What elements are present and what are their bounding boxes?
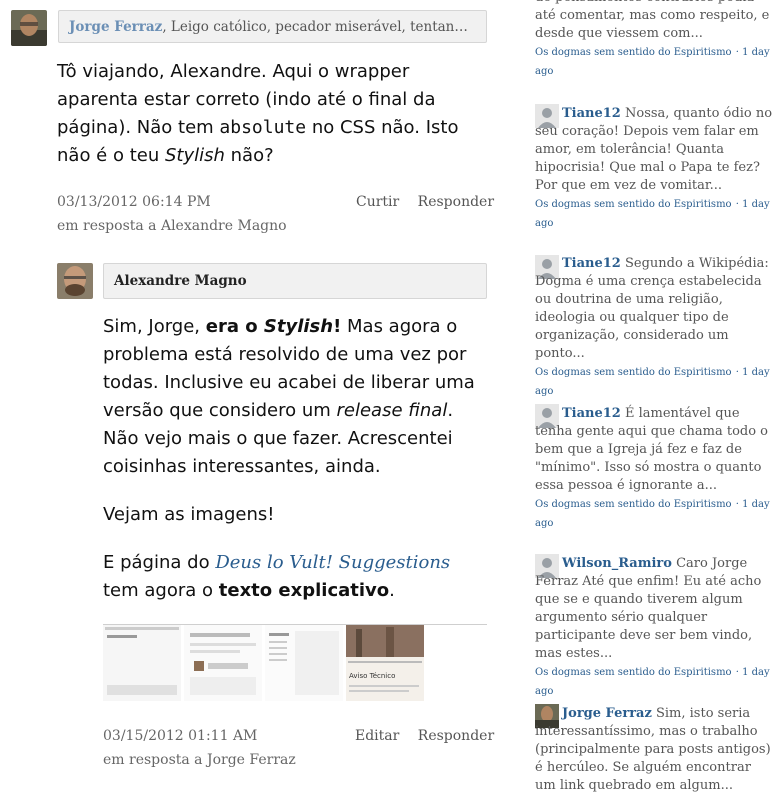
suggestions-link[interactable]: Deus lo Vult! Suggestions — [215, 552, 450, 573]
recent-comment-post-link[interactable]: Os dogmas sem sentido do Espiritismo — [535, 199, 732, 210]
recent-comment-author[interactable]: Tiane12 — [562, 256, 621, 271]
screenshot-thumbnail[interactable] — [265, 625, 343, 701]
comment-header: Alexandre Magno — [103, 263, 487, 299]
recent-comment-post-link[interactable]: Os dogmas sem sentido do Espiritismo — [535, 367, 732, 378]
comment-actions: Curtir Responder — [342, 194, 494, 210]
like-button[interactable]: Curtir — [356, 194, 399, 210]
screenshot-thumbnail[interactable] — [184, 625, 262, 701]
avatar-alexandre-magno[interactable] — [57, 263, 93, 299]
comment-text: Sim, Jorge, era o Stylish! Mas agora o p… — [103, 316, 475, 601]
comment-actions: Editar Responder — [341, 728, 494, 744]
comment-author-link[interactable]: Jorge Ferraz — [69, 19, 162, 35]
recent-comment-author[interactable]: Tiane12 — [562, 106, 621, 121]
image-thumbnails: Aviso Técnico — [103, 624, 487, 705]
recent-comment-author[interactable]: Tiane12 — [562, 406, 621, 421]
recent-comment: Tiane12 Segundo a Wikipédia: Dogma é uma… — [535, 256, 770, 397]
recent-comment-author[interactable]: Wilson_Ramiro — [562, 556, 672, 571]
comment-text: Tô viajando, Alexandre. Aqui o wrapper a… — [57, 61, 459, 166]
recent-comment-post-link[interactable]: Os dogmas sem sentido do Espiritismo — [535, 47, 732, 58]
thumbnail-title: Aviso Técnico — [349, 672, 395, 680]
recent-comment: Jorge Ferraz Sim, isto seria interessant… — [535, 706, 771, 793]
recent-comment-author[interactable]: Jorge Ferraz — [562, 706, 652, 721]
recent-comment-fragment: de pensamentos contrários podia até come… — [535, 0, 770, 77]
recent-comment: Tiane12 Nossa, quanto ódio no seu coraçã… — [535, 106, 773, 229]
screenshot-thumbnail[interactable]: Aviso Técnico — [346, 625, 424, 701]
code-word: absolute — [219, 117, 307, 138]
recent-comment: Wilson_Ramiro Caro Jorge Ferraz Até que … — [535, 556, 770, 697]
avatar-jorge-ferraz[interactable] — [11, 10, 47, 46]
screenshot-thumbnail[interactable] — [103, 625, 181, 701]
edit-button[interactable]: Editar — [355, 728, 399, 744]
comment-timestamp[interactable]: 03/15/2012 01:11 AM — [103, 728, 257, 744]
comment-author-link[interactable]: Alexandre Magno — [114, 273, 247, 289]
recent-comment: Tiane12 É lamentável que tenha gente aqu… — [535, 406, 770, 529]
reply-button[interactable]: Responder — [418, 194, 494, 210]
recent-comment-post-link[interactable]: Os dogmas sem sentido do Espiritismo — [535, 499, 732, 510]
reply-button[interactable]: Responder — [418, 728, 494, 744]
comment-header: Jorge Ferraz , Leigo católico, pecador m… — [58, 10, 487, 43]
in-reply-to[interactable]: em resposta a Alexandre Magno — [57, 218, 287, 234]
comment-author-tagline: , Leigo católico, pecador miserável, ten… — [162, 18, 476, 35]
in-reply-to[interactable]: em resposta a Jorge Ferraz — [103, 752, 296, 768]
recent-comment-post-link[interactable]: Os dogmas sem sentido do Espiritismo — [535, 667, 732, 678]
comment-timestamp[interactable]: 03/13/2012 06:14 PM — [57, 194, 211, 210]
